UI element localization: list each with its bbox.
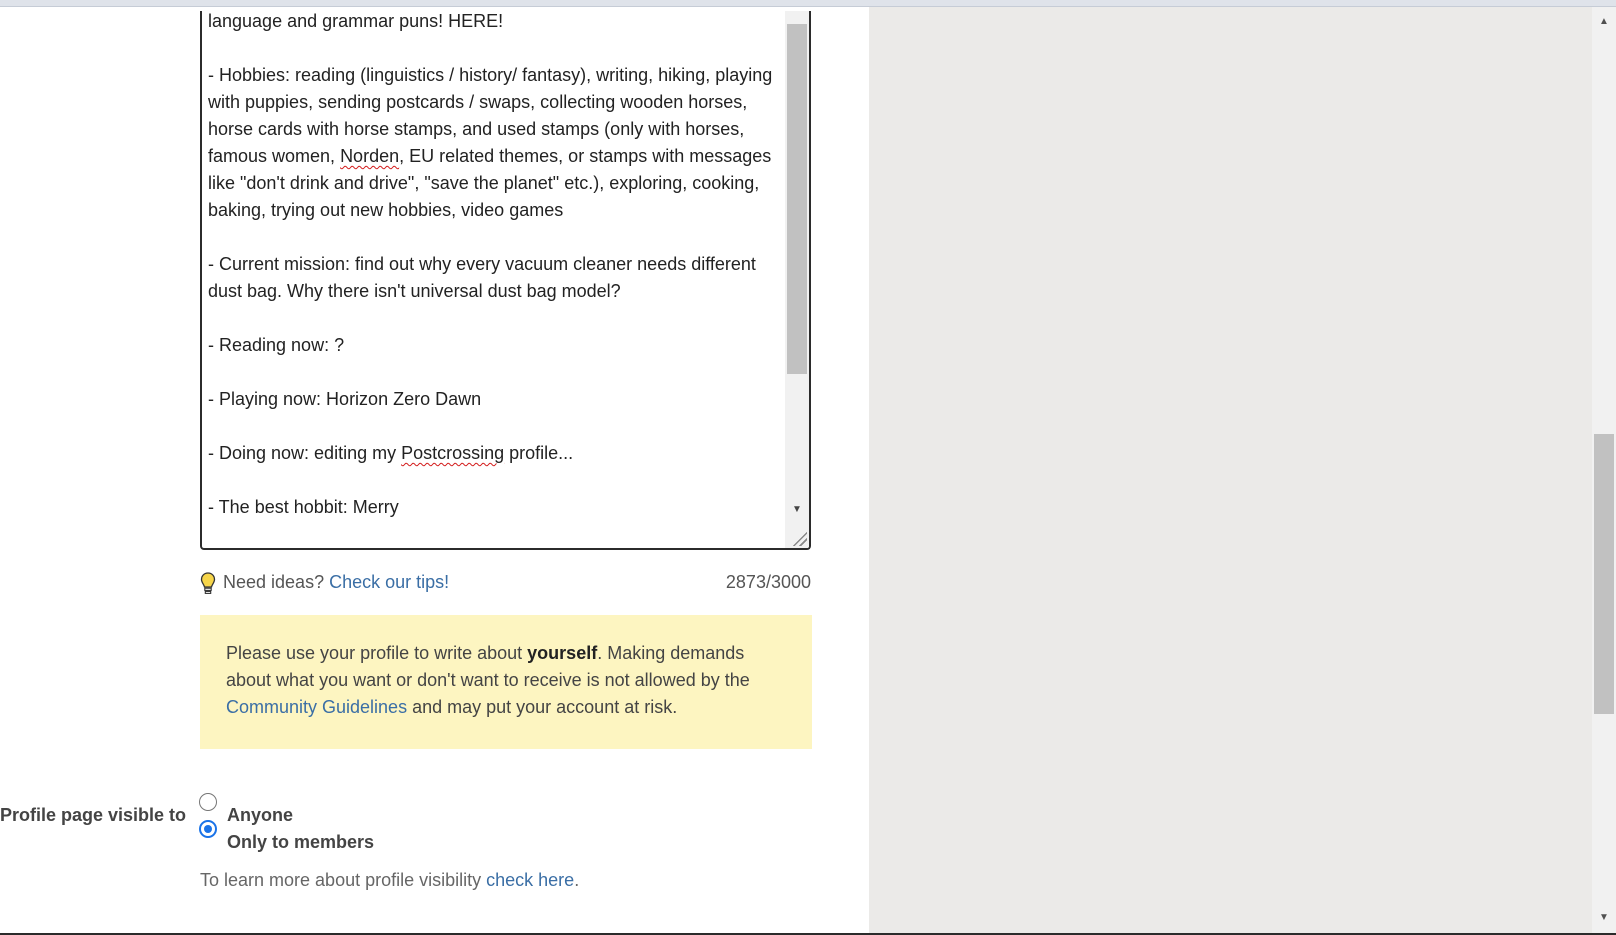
side-panel	[869, 7, 1592, 933]
scroll-up-arrow-icon[interactable]: ▲	[1592, 15, 1616, 29]
character-count: 2873/3000	[725, 572, 811, 592]
tips-text: Need ideas? Check our tips!	[223, 572, 450, 592]
check-here-link[interactable]: check here	[486, 870, 574, 890]
visibility-members-radio[interactable]	[199, 820, 217, 838]
resize-handle-icon[interactable]	[791, 530, 807, 546]
scroll-down-arrow-icon[interactable]: ▼	[1592, 911, 1616, 925]
textarea-scrollbar[interactable]: ▼	[785, 11, 809, 548]
spellcheck-word: Norden	[340, 146, 400, 166]
about-me-textarea[interactable]: language and grammar puns! HERE! - Hobbi…	[200, 11, 811, 550]
lightbulb-icon	[200, 572, 216, 594]
scroll-down-arrow-icon[interactable]: ▼	[785, 504, 809, 515]
community-guidelines-link[interactable]: Community Guidelines	[226, 697, 407, 717]
visibility-anyone-label[interactable]: Anyone	[227, 805, 293, 826]
page-scrollbar-thumb[interactable]	[1594, 434, 1614, 714]
profile-visibility-label: Profile page visible to	[0, 805, 187, 825]
check-tips-link[interactable]: Check our tips!	[329, 572, 449, 592]
visibility-anyone-radio[interactable]	[199, 793, 217, 811]
tips-row: Need ideas? Check our tips! 2873/3000	[200, 570, 811, 598]
profile-edit-form: language and grammar puns! HERE! - Hobbi…	[0, 7, 869, 933]
visibility-members-label[interactable]: Only to members	[227, 832, 374, 853]
profile-guidelines-notice: Please use your profile to write about y…	[200, 615, 812, 749]
about-me-text: language and grammar puns! HERE! - Hobbi…	[208, 11, 773, 517]
browser-top-edge	[0, 0, 1616, 7]
textarea-scrollbar-thumb[interactable]	[787, 24, 807, 374]
visibility-help-text: To learn more about profile visibility c…	[200, 870, 580, 890]
spellcheck-word: Postcrossing	[401, 443, 505, 463]
page-scrollbar[interactable]: ▲ ▼	[1592, 7, 1616, 933]
